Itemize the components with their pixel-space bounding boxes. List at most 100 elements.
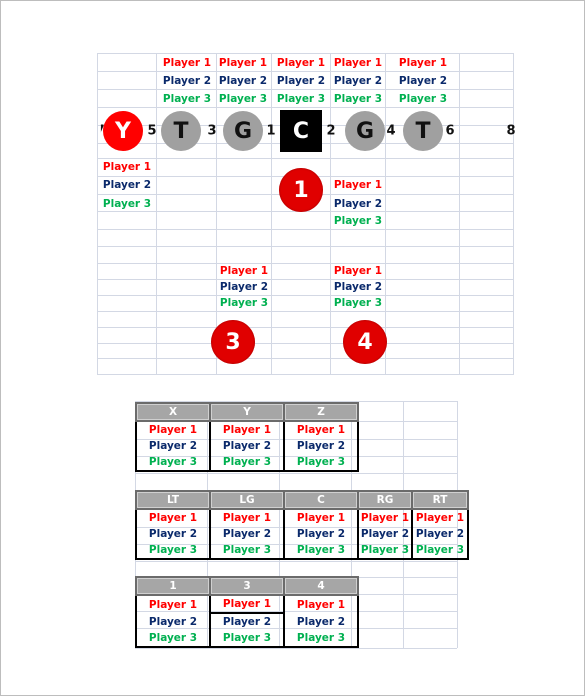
cell-player-1[interactable]: Player 1 bbox=[357, 508, 413, 526]
top-stack-3-player-2: Player 2 bbox=[276, 75, 326, 87]
column-header[interactable]: LG bbox=[209, 490, 285, 510]
top-stack-1-player-2: Player 2 bbox=[162, 75, 212, 87]
cell-player-2[interactable]: Player 2 bbox=[135, 438, 211, 454]
column-header[interactable]: 1 bbox=[135, 576, 211, 596]
top-stack-2-player-3: Player 3 bbox=[218, 93, 268, 105]
column-header[interactable]: Z bbox=[283, 402, 359, 422]
gap-number: 3 bbox=[207, 123, 217, 139]
column-header[interactable]: RG bbox=[357, 490, 413, 510]
table-row: Player 2 Player 2 Player 2 Player 2 Player 2 bbox=[135, 526, 469, 542]
table-receivers: X Y Z Player 1 Player 1 Player 1 Player 2 Playe… bbox=[135, 402, 359, 472]
cell-player-3[interactable]: Player 3 bbox=[209, 454, 285, 472]
lineman-center: C bbox=[280, 110, 322, 152]
cell-player-2[interactable]: Player 2 bbox=[357, 526, 413, 542]
column-header[interactable]: X bbox=[135, 402, 211, 422]
cell-player-3[interactable]: Player 3 bbox=[357, 542, 413, 560]
cell-player-2[interactable]: Player 2 bbox=[411, 526, 469, 542]
top-stack-4-player-2: Player 2 bbox=[333, 75, 383, 87]
column-header[interactable]: 3 bbox=[209, 576, 285, 596]
column-header[interactable]: Y bbox=[209, 402, 285, 422]
cell-player-2[interactable]: Player 2 bbox=[209, 613, 285, 630]
column-header[interactable]: RT bbox=[411, 490, 469, 510]
left-stack-player-3: Player 3 bbox=[102, 198, 152, 210]
cell-player-2[interactable]: Player 2 bbox=[209, 438, 285, 454]
cell-player-1[interactable]: Player 1 bbox=[283, 594, 359, 613]
gap-number: 1 bbox=[266, 123, 276, 139]
gap-number: 5 bbox=[147, 123, 157, 139]
lineman-g: G bbox=[345, 111, 385, 151]
top-stack-5-player-2: Player 2 bbox=[398, 75, 448, 87]
lower-stack-1-player-3: Player 3 bbox=[219, 297, 269, 309]
cell-player-1[interactable]: Player 1 bbox=[135, 508, 211, 526]
lower-stack-1-player-2: Player 2 bbox=[219, 281, 269, 293]
cell-player-3[interactable]: Player 3 bbox=[283, 542, 359, 560]
top-stack-5-player-3: Player 3 bbox=[398, 93, 448, 105]
cell-player-2[interactable]: Player 2 bbox=[135, 526, 211, 542]
cell-player-3[interactable]: Player 3 bbox=[209, 630, 285, 648]
cell-player-1[interactable]: Player 1 bbox=[283, 508, 359, 526]
table-row: Player 3 Player 3 Player 3 bbox=[135, 630, 359, 648]
cell-player-3[interactable]: Player 3 bbox=[209, 542, 285, 560]
sheet-gridline bbox=[135, 648, 457, 649]
cell-player-2[interactable]: Player 2 bbox=[283, 526, 359, 542]
cell-player-3[interactable]: Player 3 bbox=[283, 454, 359, 472]
cell-player-2[interactable]: Player 2 bbox=[283, 613, 359, 630]
lineman-y: Y bbox=[103, 111, 143, 151]
cell-player-1[interactable]: Player 1 bbox=[411, 508, 469, 526]
cell-player-2[interactable]: Player 2 bbox=[209, 526, 285, 542]
gap-number: 2 bbox=[326, 123, 336, 139]
cell-player-3[interactable]: Player 3 bbox=[283, 630, 359, 648]
document-page: Player 1 Player 2 Player 3 Player 1 Player 2… bbox=[0, 0, 585, 696]
table-offensive-line: LT LG C RG RT Player 1 Player 1 Player 1 Player … bbox=[135, 490, 469, 560]
column-header[interactable]: C bbox=[283, 490, 359, 510]
cell-player-2[interactable]: Player 2 bbox=[283, 438, 359, 454]
back-3: 3 bbox=[211, 320, 255, 364]
gap-number: 8 bbox=[506, 123, 516, 139]
table-row: Player 3 Player 3 Player 3 Player 3 Player 3 bbox=[135, 542, 469, 560]
top-stack-1-player-1: Player 1 bbox=[162, 57, 212, 69]
cell-player-1[interactable]: Player 1 bbox=[135, 420, 211, 438]
cell-player-2[interactable]: Player 2 bbox=[135, 613, 211, 630]
top-stack-2-player-1: Player 1 bbox=[218, 57, 268, 69]
cell-player-3[interactable]: Player 3 bbox=[411, 542, 469, 560]
cell-player-1[interactable]: Player 1 bbox=[135, 594, 211, 613]
top-stack-3-player-3: Player 3 bbox=[276, 93, 326, 105]
cell-player-1[interactable]: Player 1 bbox=[283, 420, 359, 438]
lower-stack-2-player-1: Player 1 bbox=[333, 265, 383, 277]
mid-stack-player-1: Player 1 bbox=[333, 179, 383, 191]
lineman-t: T bbox=[403, 111, 443, 151]
table-row: Player 1 Player 1 Player 1 bbox=[135, 420, 359, 438]
sheet-gridline bbox=[135, 473, 457, 474]
lower-stack-1-player-1: Player 1 bbox=[219, 265, 269, 277]
cell-player-1[interactable]: Player 1 bbox=[209, 508, 285, 526]
top-stack-5-player-1: Player 1 bbox=[398, 57, 448, 69]
cell-player-3[interactable]: Player 3 bbox=[135, 542, 211, 560]
cell-player-3[interactable]: Player 3 bbox=[135, 630, 211, 648]
column-header[interactable]: LT bbox=[135, 490, 211, 510]
back-1: 1 bbox=[279, 168, 323, 212]
lineman-t: T bbox=[161, 111, 201, 151]
table-row: Player 3 Player 3 Player 3 bbox=[135, 454, 359, 472]
table-row: Player 1 Player 1 Player 1 bbox=[135, 594, 359, 614]
lower-stack-2-player-3: Player 3 bbox=[333, 297, 383, 309]
mid-stack-player-3: Player 3 bbox=[333, 215, 383, 227]
sheet-gridline bbox=[135, 561, 457, 562]
lineman-g: G bbox=[223, 111, 263, 151]
left-stack-player-1: Player 1 bbox=[102, 161, 152, 173]
table-row: Player 1 Player 1 Player 1 Player 1 Player 1 bbox=[135, 508, 469, 526]
cell-player-1[interactable]: Player 1 bbox=[209, 594, 285, 614]
cell-player-3[interactable]: Player 3 bbox=[135, 454, 211, 472]
left-stack-player-2: Player 2 bbox=[102, 179, 152, 191]
cell-player-1[interactable]: Player 1 bbox=[209, 420, 285, 438]
top-stack-1-player-3: Player 3 bbox=[162, 93, 212, 105]
top-stack-4-player-1: Player 1 bbox=[333, 57, 383, 69]
gap-number: 4 bbox=[386, 123, 396, 139]
column-header[interactable]: 4 bbox=[283, 576, 359, 596]
top-stack-3-player-1: Player 1 bbox=[276, 57, 326, 69]
table-row: Player 2 Player 2 Player 2 bbox=[135, 438, 359, 454]
table-row: Player 2 Player 2 Player 2 bbox=[135, 613, 359, 630]
mid-stack-player-2: Player 2 bbox=[333, 198, 383, 210]
lower-stack-2-player-2: Player 2 bbox=[333, 281, 383, 293]
gap-number: 6 bbox=[445, 123, 455, 139]
top-stack-4-player-3: Player 3 bbox=[333, 93, 383, 105]
